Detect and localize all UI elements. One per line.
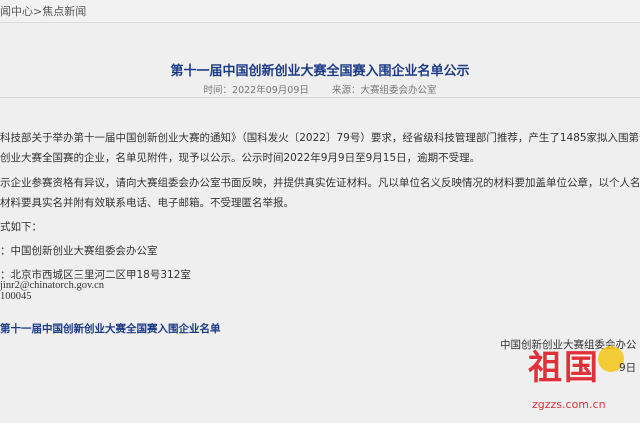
article-meta: 时间：2022年09月09日 来源：大赛组委会办公室 [0, 82, 640, 96]
breadcrumb[interactable]: 闻中心>焦点新闻 [0, 3, 86, 19]
top-bar: 闻中心>焦点新闻 [0, 0, 640, 23]
contact-org: ：中国创新创业大赛组委会办公室 [0, 245, 158, 257]
paragraph-line: 创业大赛全国赛的企业，名单见附件，现予以公示。公示时间2022年9月9日至9月1… [0, 152, 481, 164]
watermark-logo-text: 祖国 [528, 348, 600, 388]
publish-time: 时间：2022年09月09日 [203, 85, 309, 96]
paragraph-line: 材料要具实名并附有效联系电话、电子邮箱。不受理匿名举报。 [0, 197, 294, 209]
divider [0, 97, 640, 98]
article-title: 第十一届中国创新创业大赛全国赛入围企业名单公示 [170, 64, 470, 79]
contact-email[interactable]: jinr2@chinatorch.gov.cn [0, 280, 104, 291]
watermark-url: zgzzs.com.cn [532, 398, 606, 411]
article-source: 来源：大赛组委会办公室 [331, 85, 437, 96]
contact-postcode: 100045 [0, 291, 32, 302]
signature-date: 9日 [619, 362, 637, 374]
paragraph-line: 示企业参赛资格有异议，请向大赛组委会办公室书面反映，并提供真实佐证材料。凡以单位… [0, 177, 640, 189]
paragraph-line: 科技部关于举办第十一届中国创新创业大赛的通知》（国科发火〔2022〕79号）要求… [0, 132, 640, 144]
attachment-link[interactable]: 第十一届中国创新创业大赛全国赛入围企业名单 [0, 321, 221, 336]
contact-heading: 式如下： [0, 221, 42, 233]
site-watermark: 祖国 zgzzs.com.cn [528, 340, 632, 420]
